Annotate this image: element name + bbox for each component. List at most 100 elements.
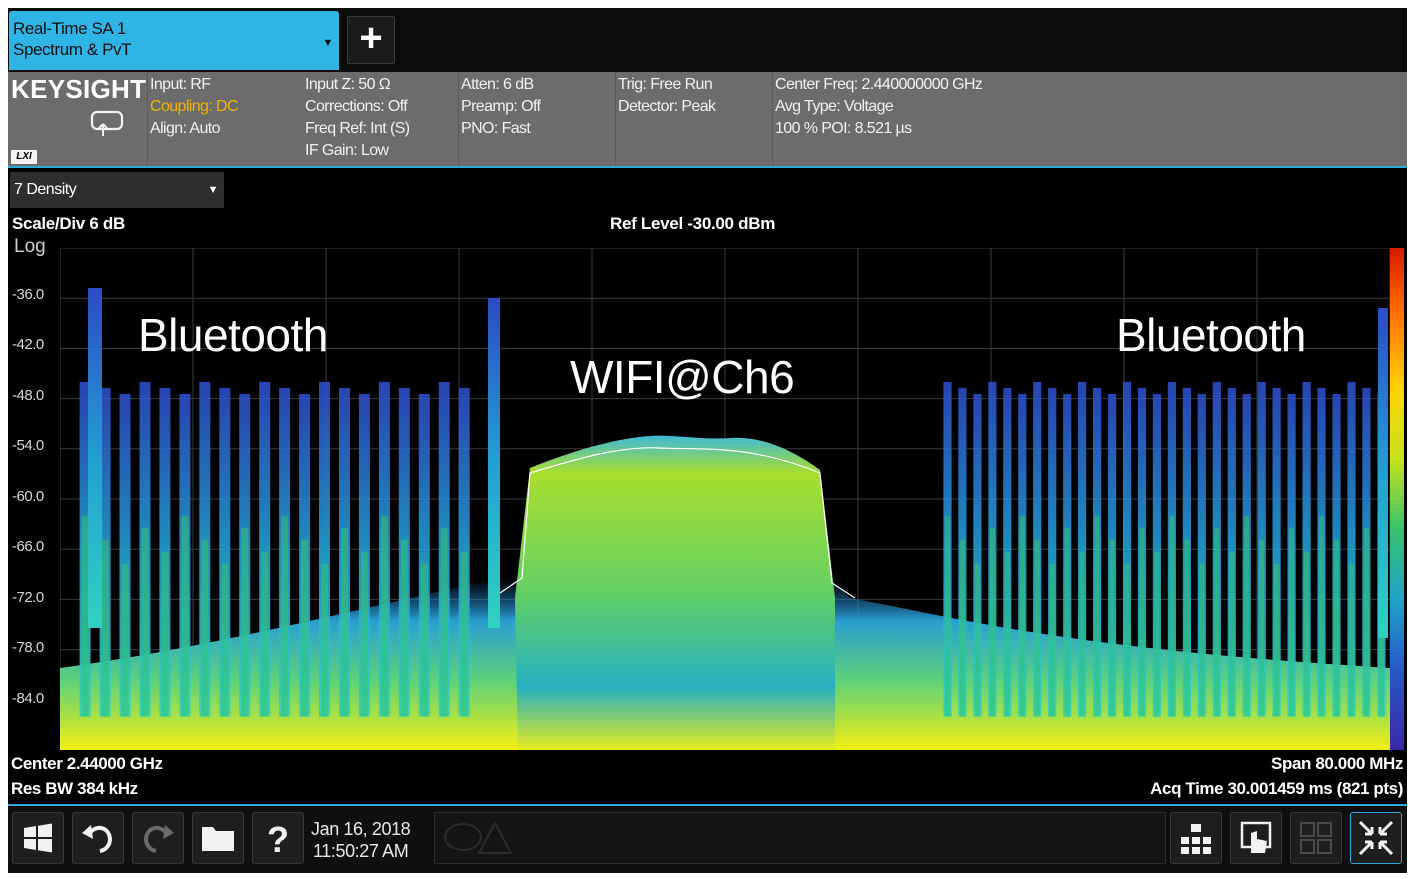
bluetooth-hop-density (989, 527, 995, 717)
file-button[interactable] (192, 812, 244, 864)
date-time: Jan 16, 2018 11:50:27 AM (311, 818, 411, 862)
bluetooth-hop-density (1199, 563, 1205, 717)
view-selector[interactable]: 7 Density ▼ (10, 172, 224, 208)
acquisition-time[interactable]: Acq Time 30.001459 ms (821 pts) (1150, 779, 1403, 799)
date: Jan 16, 2018 (311, 819, 411, 839)
message-icon (444, 820, 513, 854)
settings-panel: KEYSIGHT LXI Input: RF Coupling: DC Alig… (8, 72, 1407, 166)
bluetooth-hop-density (1094, 515, 1100, 717)
bluetooth-hop-density (974, 563, 980, 717)
undo-icon (82, 825, 113, 853)
center-frequency[interactable]: Center 2.44000 GHz (11, 754, 163, 774)
bluetooth-hop-density (261, 551, 269, 717)
bluetooth-hop-density (1244, 515, 1250, 717)
grid-icon (1300, 822, 1332, 854)
message-area[interactable] (434, 812, 1166, 864)
multi-screen-button[interactable] (1290, 812, 1342, 864)
tab-realtime-sa[interactable]: Real-Time SA 1 Spectrum & PvT ▼ (9, 11, 339, 70)
bluetooth-hop-density (1274, 563, 1280, 717)
bluetooth-hop-density (301, 539, 309, 717)
bluetooth-hop-density (1318, 515, 1325, 717)
instrument-screen: Real-Time SA 1 Spectrum & PvT ▼ + KEYSIG… (8, 8, 1407, 873)
bluetooth-hop-density (400, 539, 408, 717)
bluetooth-hop-density (1109, 539, 1115, 717)
ref-level[interactable]: Ref Level -30.00 dBm (610, 214, 775, 234)
bluetooth-hop-density (1169, 515, 1175, 717)
redo-icon (143, 825, 174, 853)
bluetooth-hop-density (1079, 551, 1085, 717)
input-settings[interactable]: Input: RF Coupling: DC Align: Auto (150, 74, 239, 140)
attenuation-settings[interactable]: Atten: 6 dB Preamp: Off PNO: Fast (461, 74, 541, 140)
layout-icon (1181, 824, 1211, 854)
windows-icon (24, 823, 52, 853)
y-tick-label: -66.0 (12, 538, 44, 555)
help-button[interactable]: ? (252, 812, 304, 864)
bluetooth-hop-density (141, 527, 149, 717)
bluetooth-hop-density (380, 515, 388, 717)
bluetooth-hop-density (221, 563, 229, 717)
resolution-bandwidth[interactable]: Res BW 384 kHz (11, 779, 138, 799)
bluetooth-hop-density (121, 563, 129, 717)
bluetooth-hop-density (944, 515, 951, 717)
y-tick-label: -72.0 (12, 589, 44, 606)
bluetooth-hop-density (1184, 539, 1190, 717)
bluetooth-hop-density (161, 551, 169, 717)
bluetooth-hop-density (1289, 527, 1295, 717)
lxi-badge: LXI (11, 150, 37, 164)
bluetooth-spike (1378, 308, 1388, 638)
density-color-scale (1390, 248, 1404, 750)
fullscreen-button[interactable] (1350, 812, 1402, 864)
trigger-settings[interactable]: Trig: Free Run Detector: Peak (618, 74, 716, 118)
tab-bar: Real-Time SA 1 Spectrum & PvT ▼ + (8, 8, 1407, 72)
annotation-bluetooth-left: Bluetooth (138, 309, 328, 361)
bluetooth-hop-density (1154, 551, 1160, 717)
bluetooth-hop-density (1214, 527, 1220, 717)
chevron-down-icon: ▼ (207, 184, 219, 196)
bluetooth-hop-density (81, 515, 89, 717)
bluetooth-hop-density (1304, 551, 1310, 717)
windows-button[interactable] (12, 812, 64, 864)
bluetooth-hop-density (1124, 563, 1130, 717)
input-details[interactable]: Input Z: 50 Ω Corrections: Off Freq Ref:… (305, 74, 410, 162)
bluetooth-hop-density (281, 515, 289, 717)
annotation-wifi: WIFI@Ch6 (570, 351, 795, 403)
bluetooth-hop-density (460, 551, 468, 717)
layout-button[interactable] (1170, 812, 1222, 864)
taskbar: ? Jan 16, 2018 11:50:27 AM (8, 804, 1407, 873)
y-tick-label: -60.0 (12, 488, 44, 505)
folder-icon (202, 827, 234, 851)
log-scale-label: Log (14, 236, 46, 257)
y-tick-label: -84.0 (12, 690, 44, 707)
touch-button[interactable] (1230, 812, 1282, 864)
bluetooth-hop-density (1348, 563, 1355, 717)
bluetooth-hop-density (201, 539, 209, 717)
y-tick-label: -48.0 (12, 387, 44, 404)
bluetooth-hop-density (1034, 539, 1040, 717)
redo-button[interactable] (132, 812, 184, 864)
y-tick-label: -42.0 (12, 336, 44, 353)
y-tick-label: -78.0 (12, 639, 44, 656)
help-icon: ? (267, 819, 289, 860)
touch-mode-icon[interactable] (90, 110, 124, 138)
bluetooth-spike (88, 288, 102, 628)
bluetooth-hop-density (1259, 539, 1265, 717)
bluetooth-hop-density (1004, 551, 1010, 717)
bluetooth-hop-density (101, 539, 109, 717)
bluetooth-hop-density (1064, 527, 1070, 717)
bluetooth-hop-density (1139, 527, 1145, 717)
span[interactable]: Span 80.000 MHz (1271, 754, 1403, 774)
tab-title-line1: Real-Time SA 1 (13, 19, 126, 38)
bluetooth-hop-density (1229, 551, 1235, 717)
undo-button[interactable] (72, 812, 124, 864)
bluetooth-hop-density (181, 515, 189, 717)
bluetooth-hop-density (360, 551, 368, 717)
scale-per-div: Scale/Div 6 dB (12, 214, 125, 233)
bluetooth-spike (488, 298, 500, 628)
measurement-window[interactable]: 7 Density ▼ Scale/Div 6 dB Ref Level -30… (8, 166, 1407, 804)
annotation-bluetooth-right: Bluetooth (1116, 309, 1306, 361)
frequency-settings[interactable]: Center Freq: 2.440000000 GHz Avg Type: V… (775, 74, 983, 140)
fullscreen-icon (1358, 820, 1394, 856)
add-screen-button[interactable]: + (347, 16, 395, 64)
chevron-down-icon[interactable]: ▼ (323, 33, 334, 54)
bluetooth-hop-density (959, 539, 965, 717)
